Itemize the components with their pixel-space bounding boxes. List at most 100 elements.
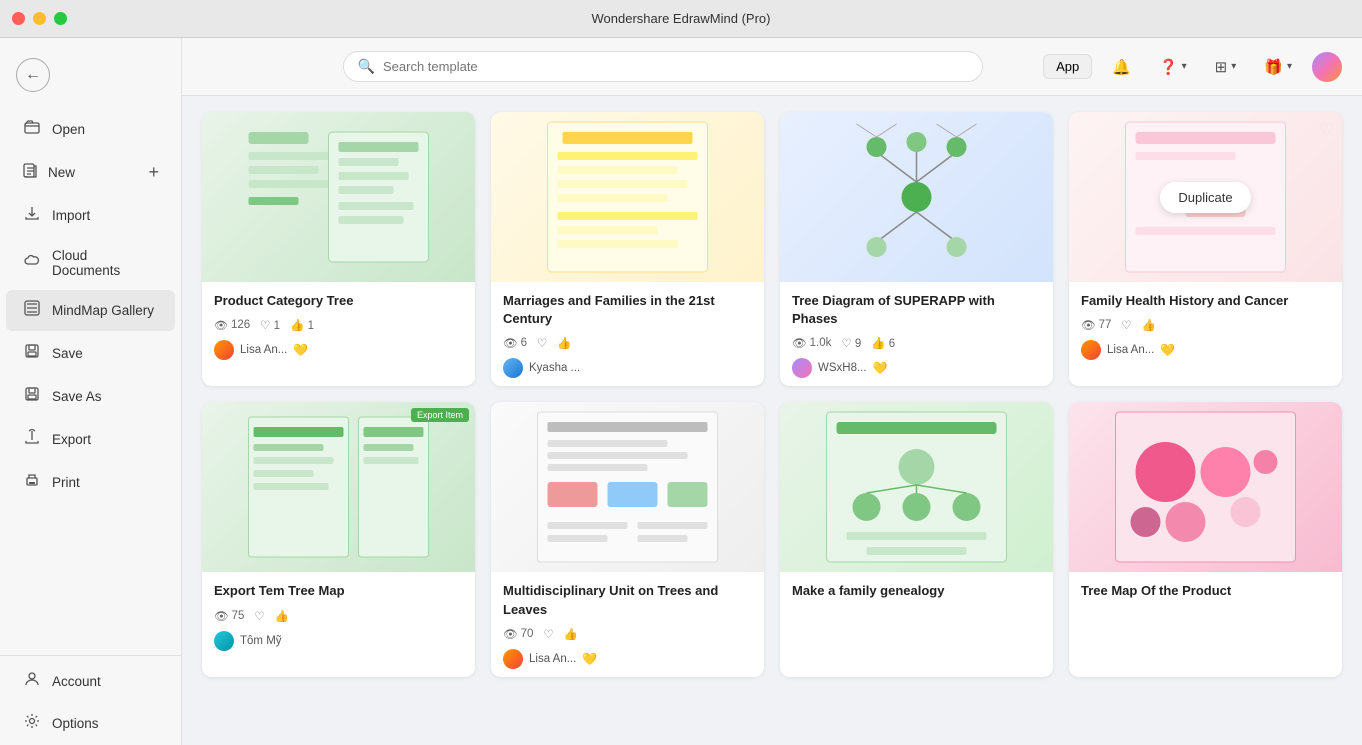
back-button[interactable]: ← [16, 58, 50, 92]
thumbsup-stat: 👍 1 [290, 318, 314, 332]
card-body: Export Tem Tree Map 👁 75 ♡ 👍 Tôm Mỹ [202, 572, 475, 658]
card-stats: 👁 6 ♡ 👍 [503, 336, 752, 350]
gift-chevron: ▾ [1287, 61, 1292, 72]
author-name: Kyasha ... [529, 362, 580, 374]
card-title: Tree Map Of the Product [1081, 582, 1330, 600]
toolbar: 🔍 App 🔔 ❓ ▾ ⊞ ▾ 🎁 ▾ [182, 38, 1362, 96]
card-thumb: ♡ Duplicate [1069, 112, 1342, 282]
sidebar-item-options[interactable]: Options [6, 703, 175, 744]
app-button[interactable]: App [1043, 54, 1092, 79]
card-export-tem-tree-map[interactable]: Export Item Export Tem Tree Map 👁 75 ♡ 👍… [202, 402, 475, 676]
views-stat: 👁 1.0k [792, 336, 831, 350]
sidebar-item-save[interactable]: Save [6, 333, 175, 374]
sidebar-account-label: Account [52, 674, 101, 689]
author-name: Lisa An... [240, 344, 287, 356]
maximize-button[interactable] [54, 12, 67, 25]
eye-icon: 👁 [792, 336, 807, 350]
author-name: Lisa An... [1107, 344, 1154, 356]
card-thumb [1069, 402, 1342, 572]
sidebar-options-label: Options [52, 716, 99, 731]
card-make-family-genealogy[interactable]: Make a family genealogy [780, 402, 1053, 676]
minimize-button[interactable] [33, 12, 46, 25]
help-button[interactable]: ❓ ▾ [1151, 54, 1195, 80]
thumbsup-stat: 👍 [275, 609, 289, 623]
author-avatar [503, 358, 523, 378]
cloud-icon [22, 253, 42, 274]
sidebar-item-open[interactable]: Open [6, 109, 175, 150]
sidebar-save-label: Save [52, 346, 83, 361]
window-controls [12, 12, 67, 25]
card-author: Kyasha ... [503, 358, 752, 378]
new-plus-icon: + [148, 162, 159, 183]
card-body: Tree Map Of the Product [1069, 572, 1342, 616]
card-title: Product Category Tree [214, 292, 463, 310]
card-author: Tôm Mỹ [214, 631, 463, 651]
eye-icon: 👁 [503, 336, 518, 350]
import-icon [22, 205, 42, 226]
eye-icon: 👁 [214, 319, 228, 332]
card-marriages-families[interactable]: Marriages and Families in the 21st Centu… [491, 112, 764, 386]
card-author: WSxH8... 💛 [792, 358, 1041, 378]
grid-button[interactable]: ⊞ ▾ [1207, 54, 1245, 80]
sidebar-item-mindmap[interactable]: MindMap Gallery [6, 290, 175, 331]
card-stats: 👁 1.0k ♡ 9 👍 6 [792, 336, 1041, 350]
card-tree-diagram-superapp[interactable]: Tree Diagram of SUPERAPP with Phases 👁 1… [780, 112, 1053, 386]
likes-stat: ♡ [254, 609, 264, 623]
likes-stat: ♡ [543, 627, 553, 641]
grid-icon: ⊞ [1215, 58, 1228, 76]
sidebar-item-import[interactable]: Import [6, 195, 175, 236]
card-author: Lisa An... 💛 [1081, 340, 1330, 360]
card-stats: 👁 75 ♡ 👍 [214, 609, 463, 623]
close-button[interactable] [12, 12, 25, 25]
card-thumb [780, 112, 1053, 282]
save-icon [22, 343, 42, 364]
sidebar-import-label: Import [52, 208, 90, 223]
sidebar-item-cloud[interactable]: Cloud Documents [6, 238, 175, 288]
views-stat: 👁 75 [214, 609, 244, 623]
card-body: Product Category Tree 👁 126 ♡ 1 👍 1 Lisa… [202, 282, 475, 368]
bell-button[interactable]: 🔔 [1104, 54, 1139, 80]
gold-badge: 💛 [293, 343, 308, 357]
eye-icon: 👁 [214, 609, 229, 623]
search-input[interactable] [383, 59, 968, 74]
card-thumb: Export Item [202, 402, 475, 572]
likes-stat: ♡ [537, 336, 547, 350]
sidebar-item-account[interactable]: Account [6, 661, 175, 702]
views-stat: 👁 77 [1081, 318, 1111, 332]
views-stat: 👁 126 [214, 319, 250, 332]
user-avatar[interactable] [1312, 52, 1342, 82]
card-family-health-history[interactable]: ♡ Duplicate Family Health History and Ca… [1069, 112, 1342, 386]
card-body: Make a family genealogy [780, 572, 1053, 616]
sidebar-mindmap-label: MindMap Gallery [52, 303, 154, 318]
sidebar-item-new[interactable]: New + [6, 152, 175, 193]
card-body: Marriages and Families in the 21st Centu… [491, 282, 764, 386]
card-multidisciplinary-unit[interactable]: Multidisciplinary Unit on Trees and Leav… [491, 402, 764, 676]
sidebar-item-export[interactable]: Export [6, 419, 175, 460]
card-title: Tree Diagram of SUPERAPP with Phases [792, 292, 1041, 328]
print-icon [22, 472, 42, 493]
author-avatar [503, 649, 523, 669]
duplicate-button[interactable]: Duplicate [1160, 182, 1250, 213]
card-body: Tree Diagram of SUPERAPP with Phases 👁 1… [780, 282, 1053, 386]
card-stats: 👁 70 ♡ 👍 [503, 627, 752, 641]
card-stats: 👁 126 ♡ 1 👍 1 [214, 318, 463, 332]
template-grid: Product Category Tree 👁 126 ♡ 1 👍 1 Lisa… [202, 112, 1342, 677]
open-icon [22, 119, 42, 140]
card-product-category-tree[interactable]: Product Category Tree 👁 126 ♡ 1 👍 1 Lisa… [202, 112, 475, 386]
card-author: Lisa An... 💛 [503, 649, 752, 669]
card-body: Multidisciplinary Unit on Trees and Leav… [491, 572, 764, 676]
sidebar-back-section: ← [0, 48, 181, 108]
toolbar-right: App 🔔 ❓ ▾ ⊞ ▾ 🎁 ▾ [1043, 52, 1342, 82]
card-title: Make a family genealogy [792, 582, 1041, 600]
sidebar-item-print[interactable]: Print [6, 462, 175, 503]
card-tree-map-product[interactable]: Tree Map Of the Product [1069, 402, 1342, 676]
gift-button[interactable]: 🎁 ▾ [1256, 54, 1300, 80]
gift-icon: 🎁 [1264, 58, 1283, 76]
sidebar-item-save-as[interactable]: Save As [6, 376, 175, 417]
card-title: Multidisciplinary Unit on Trees and Leav… [503, 582, 752, 618]
thumbsup-stat: 👍 [1142, 318, 1156, 332]
sidebar-export-label: Export [52, 432, 91, 447]
search-icon: 🔍 [358, 58, 375, 75]
export-icon [22, 429, 42, 450]
sidebar-open-label: Open [52, 122, 85, 137]
